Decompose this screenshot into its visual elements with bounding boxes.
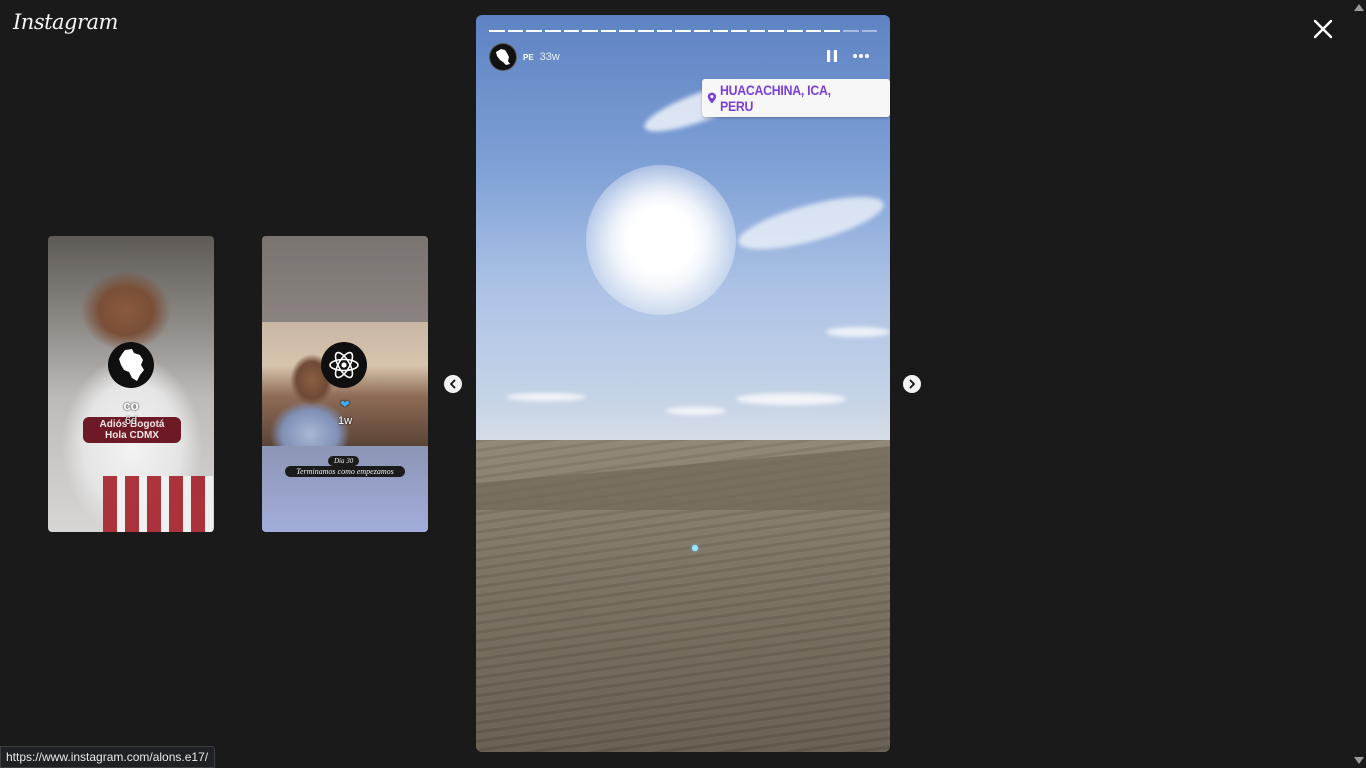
atom-icon [321, 342, 367, 388]
story-time: 6d [124, 415, 138, 427]
sun-glow [586, 165, 736, 315]
progress-segment [563, 30, 580, 32]
cloud [826, 327, 890, 337]
story-header: PE 33w [489, 43, 560, 71]
dune-ridge [476, 440, 890, 510]
story-username: co [123, 398, 139, 413]
progress-segment [787, 30, 803, 32]
progress-segment [824, 30, 840, 32]
cloud [736, 393, 846, 405]
progress-segment [768, 30, 784, 32]
progress-segment [842, 30, 859, 32]
location-sticker[interactable]: HUACACHINA, ICA, PERU [702, 79, 890, 117]
story-preview-card-co[interactable]: Adiós Bogotá Hola CDMX co 6d [48, 236, 214, 532]
story-time: 1w [337, 415, 353, 427]
story-viewer[interactable]: PE 33w HUACACHINA, ICA, PERU [476, 15, 890, 752]
progress-segment [861, 30, 878, 32]
next-story-button[interactable] [903, 375, 921, 393]
story-caption-text: Terminamos como empezamos [285, 466, 405, 477]
story-time: 33w [539, 51, 560, 63]
location-pin-icon [707, 92, 717, 104]
pause-icon[interactable] [826, 49, 838, 63]
progress-segment [600, 30, 617, 32]
scroll-up-arrow-icon[interactable] [1354, 4, 1364, 11]
progress-segment [526, 30, 542, 32]
cloud [733, 186, 889, 260]
shirt-graphic [103, 476, 213, 532]
peru-map-icon[interactable] [489, 43, 517, 71]
previous-story-button[interactable] [444, 375, 462, 393]
story-username[interactable]: PE [523, 53, 534, 62]
tap-indicator [692, 545, 698, 551]
story-progress-bar [489, 30, 878, 32]
progress-segment [805, 30, 822, 32]
colombia-map-icon [108, 342, 154, 388]
progress-segment [712, 30, 729, 32]
progress-segment [489, 30, 505, 32]
location-text: HUACACHINA, ICA, PERU [719, 82, 831, 114]
heart-sticker-icon: ❤ [340, 399, 350, 411]
progress-segment [749, 30, 766, 32]
page-scrollbar[interactable] [1351, 0, 1366, 768]
progress-segment [675, 30, 691, 32]
progress-segment [731, 30, 747, 32]
progress-segment [582, 30, 598, 32]
progress-segment [619, 30, 635, 32]
progress-segment [693, 30, 710, 32]
progress-segment [507, 30, 524, 32]
cloud [666, 407, 726, 415]
chevron-right-icon [909, 379, 915, 389]
card-top-band [262, 236, 428, 322]
story-caption-day: Día 30 [328, 456, 360, 466]
scroll-down-arrow-icon[interactable] [1354, 757, 1364, 764]
instagram-logo[interactable]: Instagram [13, 10, 118, 34]
cloud [506, 393, 586, 401]
close-icon[interactable] [1310, 16, 1336, 42]
link-status-bar: https://www.instagram.com/alons.e17/ [0, 746, 216, 768]
more-options-icon[interactable] [852, 53, 870, 59]
progress-segment [638, 30, 654, 32]
progress-segment [656, 30, 673, 32]
chevron-left-icon [450, 379, 456, 389]
progress-segment [544, 30, 561, 32]
story-preview-card-atom[interactable]: Día 30 Terminamos como empezamos ❤ 1w [262, 236, 428, 532]
